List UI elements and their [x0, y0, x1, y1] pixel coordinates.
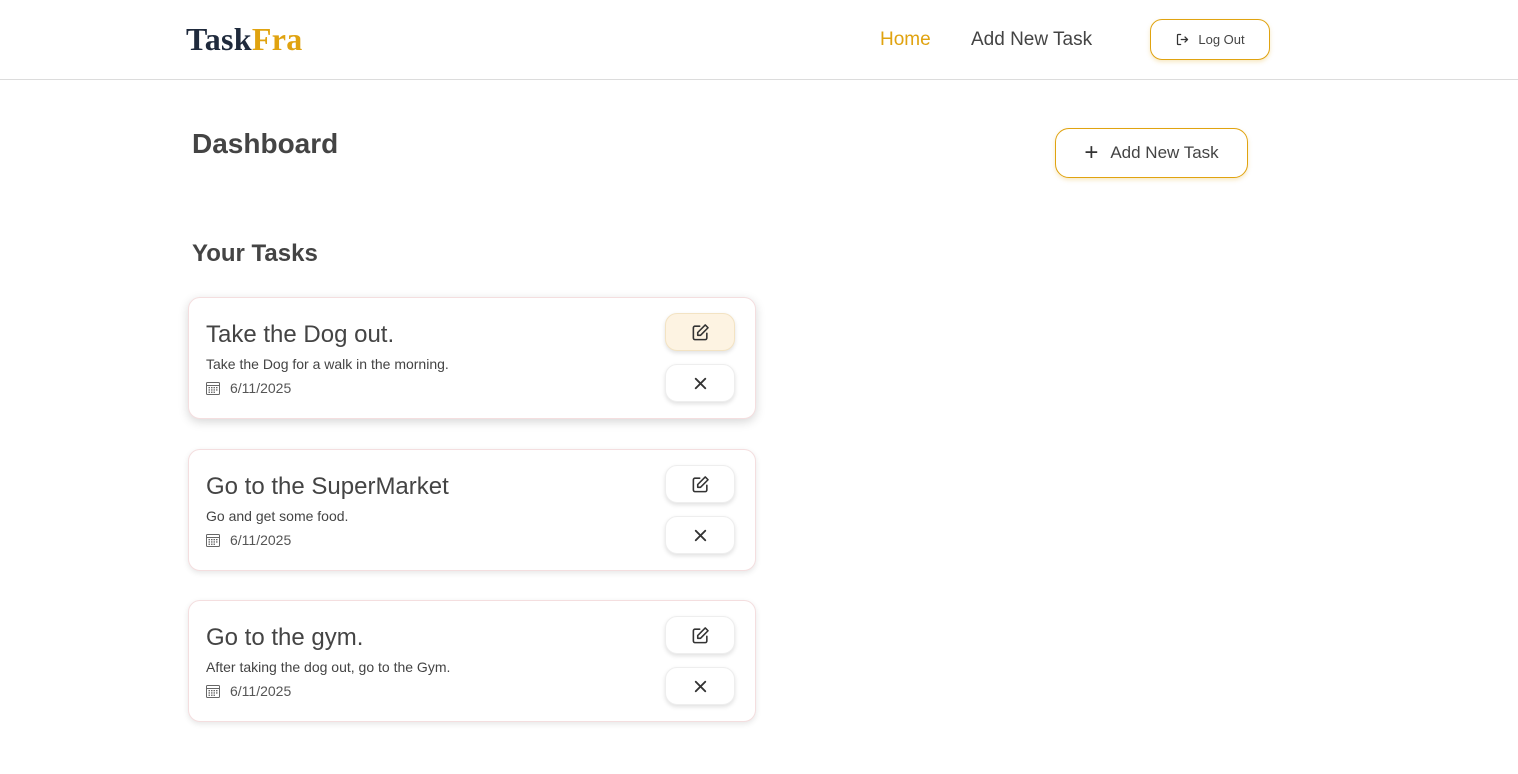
task-date-row: 6/11/2025 [206, 380, 291, 396]
close-icon [694, 680, 706, 692]
task-description: After taking the dog out, go to the Gym. [206, 659, 451, 675]
task-title: Go to the gym. [206, 624, 364, 651]
task-date: 6/11/2025 [230, 380, 292, 396]
task-card: Go to the SuperMarket Go and get some fo… [188, 449, 756, 571]
calendar-icon [206, 534, 220, 547]
delete-task-button[interactable] [665, 364, 735, 402]
edit-icon [692, 323, 709, 340]
nav-add-task-link[interactable]: Add New Task [971, 29, 1092, 51]
logout-icon [1177, 33, 1189, 46]
logout-label: Log Out [1198, 32, 1245, 47]
delete-task-button[interactable] [665, 667, 735, 705]
add-new-task-label: Add New Task [1110, 143, 1219, 162]
logo-part-task: Task [186, 21, 252, 57]
logo-part-fra: Fra [251, 21, 303, 57]
calendar-icon [206, 382, 220, 395]
logout-button[interactable]: Log Out [1150, 19, 1270, 60]
navbar: TaskFra Home Add New Task Log Out [0, 0, 1518, 80]
task-description: Go and get some food. [206, 508, 349, 524]
edit-task-button[interactable] [665, 465, 735, 503]
task-date: 6/11/2025 [230, 683, 292, 699]
edit-task-button[interactable] [665, 313, 735, 351]
delete-task-button[interactable] [665, 516, 735, 554]
logo[interactable]: TaskFra [186, 20, 303, 58]
add-new-task-button[interactable]: + Add New Task [1055, 128, 1248, 178]
page-title: Dashboard [192, 128, 339, 159]
close-icon [694, 529, 706, 541]
close-icon [694, 377, 706, 389]
edit-icon [692, 475, 709, 492]
edit-icon [692, 626, 709, 643]
nav-home-link[interactable]: Home [880, 29, 931, 51]
calendar-icon [206, 685, 220, 698]
task-card: Take the Dog out. Take the Dog for a wal… [188, 297, 756, 419]
task-description: Take the Dog for a walk in the morning. [206, 356, 449, 372]
your-tasks-heading: Your Tasks [192, 240, 318, 267]
plus-icon: + [1084, 139, 1099, 166]
task-date-row: 6/11/2025 [206, 532, 291, 548]
task-card: Go to the gym. After taking the dog out,… [188, 600, 756, 722]
edit-task-button[interactable] [665, 616, 735, 654]
task-date: 6/11/2025 [230, 532, 292, 548]
task-title: Go to the SuperMarket [206, 473, 449, 500]
task-date-row: 6/11/2025 [206, 683, 291, 699]
task-title: Take the Dog out. [206, 321, 395, 348]
